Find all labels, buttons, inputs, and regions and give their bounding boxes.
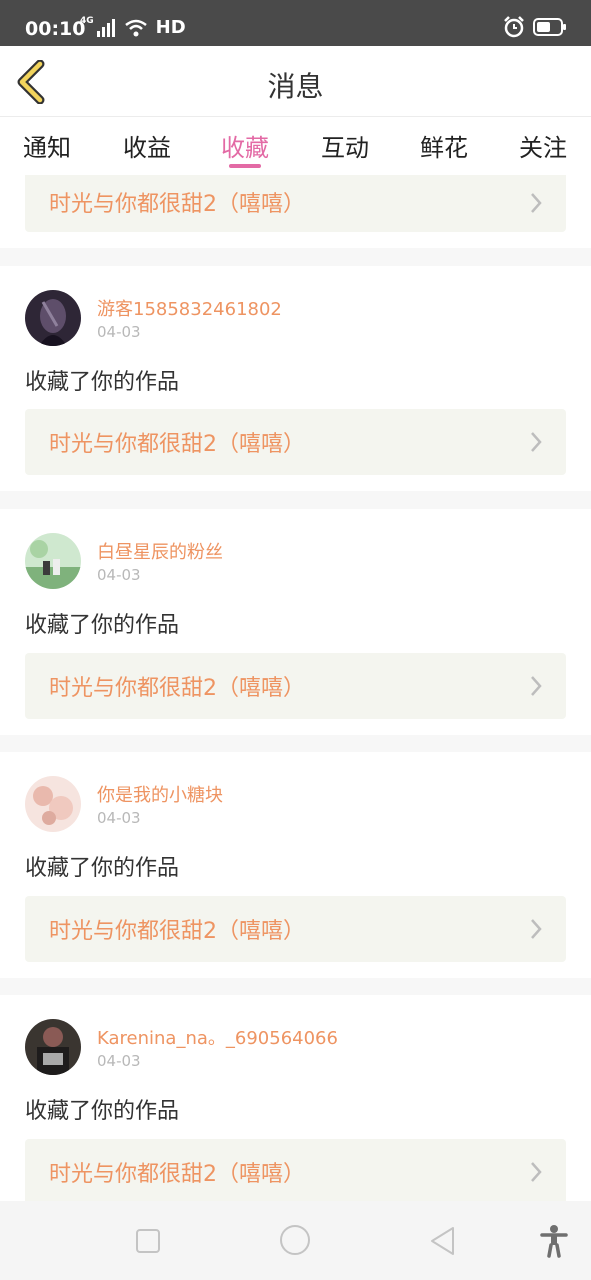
alarm-icon xyxy=(504,16,524,38)
tab-earnings[interactable]: 收益 xyxy=(112,128,182,163)
message-card: 白昼星辰的粉丝 04-03 收藏了你的作品 时光与你都很甜2（嘻嘻） xyxy=(0,509,591,735)
user-name[interactable]: 白昼星辰的粉丝 xyxy=(97,538,223,564)
avatar[interactable] xyxy=(25,776,81,832)
tab-bar: 通知 收益 收藏 互动 鲜花 关注 xyxy=(0,117,591,175)
message-date: 04-03 xyxy=(97,323,141,341)
chevron-right-icon xyxy=(531,676,542,696)
message-list[interactable]: 时光与你都很甜2（嘻嘻） 游客1585832461802 04-03 收藏了你的… xyxy=(0,175,591,1201)
status-left-icons: 4G HD xyxy=(80,16,186,39)
action-text: 收藏了你的作品 xyxy=(25,613,180,638)
accessibility-icon[interactable] xyxy=(540,1224,568,1258)
tab-notification[interactable]: 通知 xyxy=(12,128,82,163)
status-bar: 00:10 4G HD xyxy=(0,0,591,46)
network-label: 4G xyxy=(80,16,94,26)
message-card: 你是我的小糖块 04-03 收藏了你的作品 时光与你都很甜2（嘻嘻） xyxy=(0,752,591,978)
user-name[interactable]: 你是我的小糖块 xyxy=(97,781,223,807)
action-text: 收藏了你的作品 xyxy=(25,1099,180,1124)
chevron-right-icon xyxy=(531,1162,542,1182)
status-time: 00:10 xyxy=(25,18,86,40)
avatar[interactable] xyxy=(25,533,81,589)
message-date: 04-03 xyxy=(97,1052,141,1070)
work-link[interactable]: 时光与你都很甜2（嘻嘻） xyxy=(25,896,566,962)
tab-follow[interactable]: 关注 xyxy=(508,128,578,163)
chevron-right-icon xyxy=(531,432,542,452)
tab-active-indicator xyxy=(229,164,261,168)
triangle-back-icon[interactable] xyxy=(429,1226,457,1256)
work-link[interactable]: 时光与你都很甜2（嘻嘻） xyxy=(25,1139,566,1201)
status-right-icons xyxy=(503,16,567,38)
work-title: 时光与你都很甜2（嘻嘻） xyxy=(49,919,305,944)
user-name[interactable]: Karenina_na。_690564066 xyxy=(97,1024,338,1050)
work-title: 时光与你都很甜2（嘻嘻） xyxy=(49,192,305,217)
tab-flowers[interactable]: 鲜花 xyxy=(409,128,479,163)
chevron-right-icon xyxy=(531,919,542,939)
wifi-icon xyxy=(124,19,147,36)
work-link[interactable]: 时光与你都很甜2（嘻嘻） xyxy=(25,409,566,475)
message-card: Karenina_na。_690564066 04-03 收藏了你的作品 时光与… xyxy=(0,995,591,1201)
user-name[interactable]: 游客1585832461802 xyxy=(97,295,282,321)
app-header: 消息 xyxy=(0,46,591,117)
action-text: 收藏了你的作品 xyxy=(25,370,180,395)
avatar[interactable] xyxy=(25,290,81,346)
work-link[interactable]: 时光与你都很甜2（嘻嘻） xyxy=(25,653,566,719)
battery-icon xyxy=(533,18,566,36)
work-title: 时光与你都很甜2（嘻嘻） xyxy=(49,1162,305,1187)
avatar[interactable] xyxy=(25,1019,81,1075)
work-title: 时光与你都很甜2（嘻嘻） xyxy=(49,676,305,701)
tab-favorites[interactable]: 收藏 xyxy=(210,128,280,163)
message-date: 04-03 xyxy=(97,809,141,827)
square-icon[interactable] xyxy=(135,1228,161,1254)
message-card: 游客1585832461802 04-03 收藏了你的作品 时光与你都很甜2（嘻… xyxy=(0,266,591,491)
message-date: 04-03 xyxy=(97,566,141,584)
work-title: 时光与你都很甜2（嘻嘻） xyxy=(49,432,305,457)
hd-label: HD xyxy=(155,17,186,38)
circle-icon[interactable] xyxy=(279,1224,311,1256)
chevron-right-icon xyxy=(531,193,542,213)
message-card: 时光与你都很甜2（嘻嘻） xyxy=(0,175,591,248)
page-title: 消息 xyxy=(267,70,324,103)
signal-icon xyxy=(96,18,115,37)
tab-interaction[interactable]: 互动 xyxy=(310,128,380,163)
system-nav-bar xyxy=(0,1201,591,1280)
action-text: 收藏了你的作品 xyxy=(25,856,180,881)
work-link[interactable]: 时光与你都很甜2（嘻嘻） xyxy=(25,175,566,232)
